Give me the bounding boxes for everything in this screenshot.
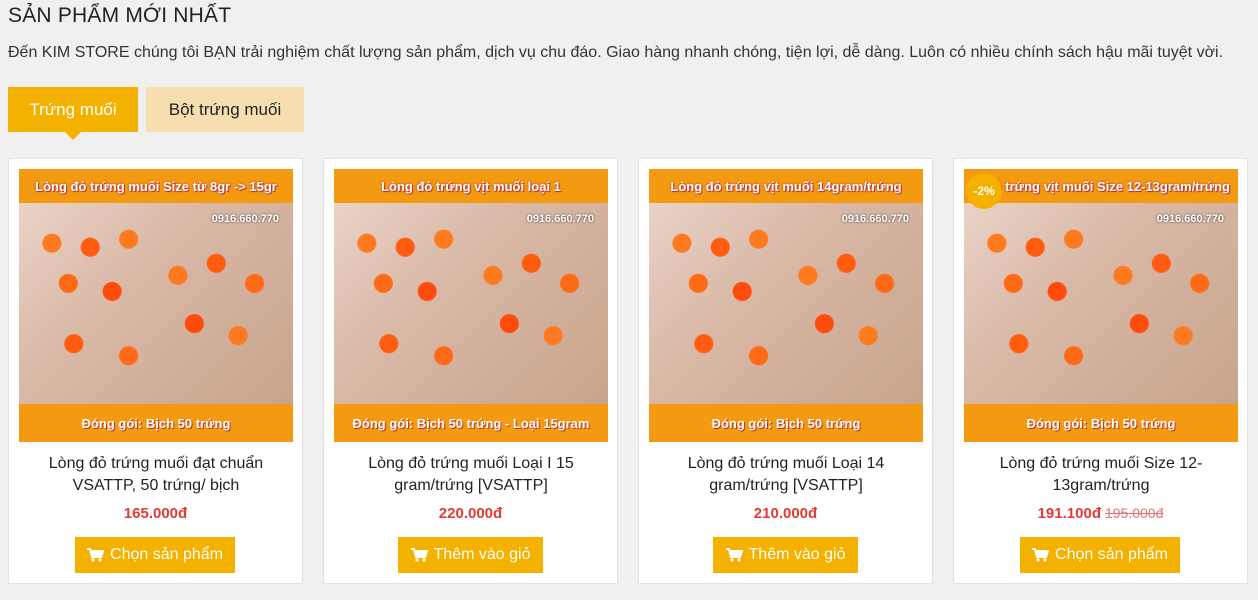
product-name[interactable]: Lòng đỏ trứng muối Size 12-13gram/trứng <box>964 453 1238 497</box>
image-banner-top: Lòng đỏ trứng vịt muối 14gram/trứng <box>649 169 923 203</box>
product-image[interactable]: Lòng đỏ trứng vịt muối 14gram/trứng 0916… <box>649 169 923 442</box>
image-phone: 0916.660.770 <box>211 213 279 225</box>
product-prices: 191.100đ 195.000đ <box>954 505 1247 522</box>
product-price: 165.000đ <box>123 505 188 522</box>
product-price: 191.100đ <box>1037 505 1101 522</box>
image-banner-bottom: Đóng gói: Bịch 50 trứng <box>964 404 1238 442</box>
cart-icon <box>725 548 743 562</box>
product-photo <box>334 203 608 404</box>
image-banner-top: đỏ trứng vịt muối Size 12-13gram/trứng <box>964 169 1238 203</box>
cart-icon <box>1032 548 1050 562</box>
image-phone: 0916.660.770 <box>526 213 594 225</box>
product-card: Lòng đỏ trứng vịt muối 14gram/trứng 0916… <box>638 158 933 584</box>
image-banner-bottom: Đóng gói: Bịch 50 trứng <box>19 404 293 442</box>
product-card: Lòng đỏ trứng muối Size từ 8gr -> 15gr 0… <box>8 158 303 584</box>
product-photo <box>964 203 1238 404</box>
choose-product-button[interactable]: Chọn sản phẩm <box>1020 537 1180 573</box>
tab-trung-muoi[interactable]: Trứng muối <box>8 87 138 140</box>
tab-bot-trung-muoi[interactable]: Bột trứng muối <box>146 87 304 132</box>
product-image[interactable]: Lòng đỏ trứng vịt muối loại 1 0916.660.7… <box>334 169 608 442</box>
product-old-price: 195.000đ <box>1104 505 1164 521</box>
section-title: SẢN PHẨM MỚI NHẤT <box>8 4 232 27</box>
product-image[interactable]: đỏ trứng vịt muối Size 12-13gram/trứng 0… <box>964 169 1238 442</box>
image-banner-top: Lòng đỏ trứng muối Size từ 8gr -> 15gr <box>19 169 293 203</box>
product-prices: 165.000đ <box>9 505 302 522</box>
discount-badge: -2% <box>966 173 1002 209</box>
product-photo <box>649 203 923 404</box>
image-phone: 0916.660.770 <box>841 213 909 225</box>
cart-icon <box>410 548 428 562</box>
product-price: 210.000đ <box>753 505 818 522</box>
product-photo <box>19 203 293 404</box>
product-name[interactable]: Lòng đỏ trứng muối đạt chuẩn VSATTP, 50 … <box>19 453 293 497</box>
button-label: Chọn sản phẩm <box>1055 546 1168 563</box>
product-image[interactable]: Lòng đỏ trứng muối Size từ 8gr -> 15gr 0… <box>19 169 293 442</box>
button-label: Chọn sản phẩm <box>110 546 223 563</box>
image-banner-bottom: Đóng gói: Bịch 50 trứng - Loại 15gram <box>334 404 608 442</box>
button-label: Thêm vào giỏ <box>433 546 531 563</box>
image-phone: 0916.660.770 <box>1156 213 1224 225</box>
product-price: 220.000đ <box>438 505 503 522</box>
choose-product-button[interactable]: Chọn sản phẩm <box>75 537 235 573</box>
add-to-cart-button[interactable]: Thêm vào giỏ <box>713 537 858 573</box>
product-card: Lòng đỏ trứng vịt muối loại 1 0916.660.7… <box>323 158 618 584</box>
cart-icon <box>87 548 105 562</box>
image-banner-top: Lòng đỏ trứng vịt muối loại 1 <box>334 169 608 203</box>
category-tabs: Trứng muối Bột trứng muối <box>8 87 304 140</box>
add-to-cart-button[interactable]: Thêm vào giỏ <box>398 537 543 573</box>
section-intro: Đến KIM STORE chúng tôi BẠN trải nghiệm … <box>8 44 1224 61</box>
button-label: Thêm vào giỏ <box>748 546 846 563</box>
product-card: đỏ trứng vịt muối Size 12-13gram/trứng 0… <box>953 158 1248 584</box>
product-prices: 220.000đ <box>324 505 617 522</box>
product-name[interactable]: Lòng đỏ trứng muối Loại 14 gram/trứng [V… <box>649 453 923 497</box>
image-banner-bottom: Đóng gói: Bịch 50 trứng <box>649 404 923 442</box>
product-name[interactable]: Lòng đỏ trứng muối Loại I 15 gram/trứng … <box>334 453 608 497</box>
product-prices: 210.000đ <box>639 505 932 522</box>
